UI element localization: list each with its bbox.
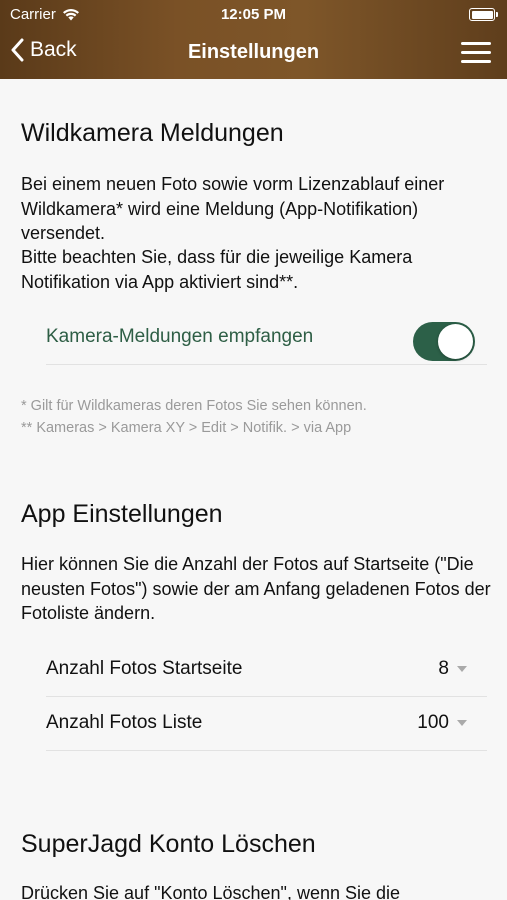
wildkamera-heading: Wildkamera Meldungen — [21, 119, 284, 147]
status-bar: Carrier 12:05 PM — [0, 0, 507, 28]
battery-icon — [469, 8, 498, 21]
hamburger-menu-icon[interactable] — [461, 42, 491, 64]
app-header: Carrier 12:05 PM Back Einstellungen — [0, 0, 507, 79]
photos-list-label: Anzahl Fotos Liste — [46, 712, 203, 733]
photos-home-value: 8 — [438, 658, 449, 679]
dropdown-caret-icon — [457, 666, 467, 672]
delete-account-heading: SuperJagd Konto Löschen — [21, 830, 316, 858]
page-title: Einstellungen — [187, 41, 320, 63]
toggle-knob — [438, 324, 473, 359]
photos-list-row[interactable]: Anzahl Fotos Liste 100 — [46, 697, 487, 751]
photos-list-value: 100 — [417, 712, 449, 733]
app-settings-description: Hier können Sie die Anzahl der Fotos auf… — [21, 554, 491, 623]
app-settings-heading: App Einstellungen — [21, 500, 223, 528]
photos-home-row[interactable]: Anzahl Fotos Startseite 8 — [46, 643, 487, 697]
wildkamera-description: Bei einem neuen Foto sowie vorm Lizenzab… — [21, 174, 445, 243]
footnote-1: * Gilt für Wildkameras deren Fotos Sie s… — [21, 398, 367, 414]
wildkamera-note: Bitte beachten Sie, dass für die jeweili… — [21, 247, 413, 292]
camera-notifications-label: Kamera-Meldungen empfangen — [46, 326, 314, 347]
photos-home-select[interactable]: 8 — [438, 658, 467, 680]
dropdown-caret-icon — [457, 720, 467, 726]
footnote-2: ** Kameras > Kamera XY > Edit > Notifik.… — [21, 420, 352, 436]
photos-home-label: Anzahl Fotos Startseite — [46, 658, 243, 679]
photos-list-select[interactable]: 100 — [417, 712, 467, 734]
navigation-bar: Back Einstellungen — [0, 28, 507, 79]
delete-account-description: Drücken Sie auf "Konto Löschen", wenn Si… — [21, 883, 401, 900]
status-time: 12:05 PM — [220, 6, 287, 23]
camera-notifications-row: Kamera-Meldungen empfangen — [46, 311, 487, 365]
camera-notifications-toggle[interactable] — [413, 322, 475, 361]
